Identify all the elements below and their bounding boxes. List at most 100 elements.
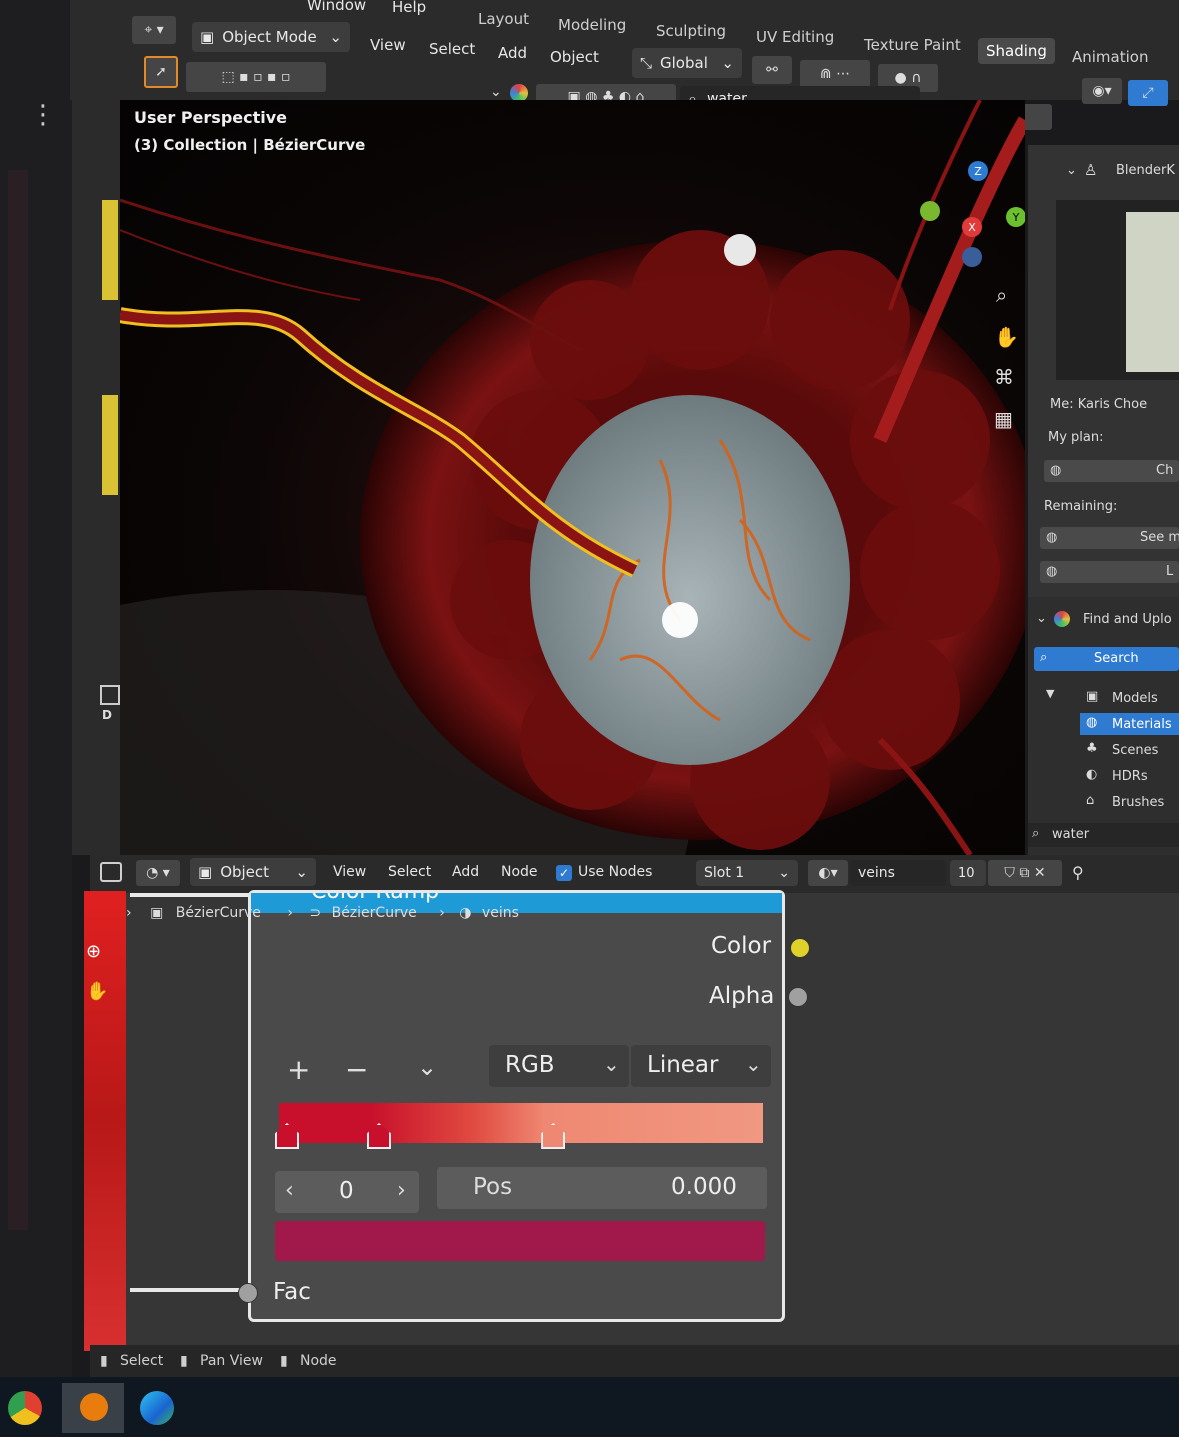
zoom-icon[interactable]: ⌕ <box>996 283 1007 307</box>
image-icon[interactable] <box>100 685 120 705</box>
pin-icon[interactable]: ⚲ <box>1072 863 1084 882</box>
tab-modeling[interactable]: Modeling <box>558 16 626 34</box>
node-menu-view[interactable]: View <box>333 864 366 880</box>
gizmo-y[interactable]: Y <box>1006 207 1025 227</box>
material-browse[interactable]: ◐▾ <box>808 860 848 886</box>
globe-icon: ◍ <box>1046 564 1058 579</box>
menu-select[interactable]: Select <box>429 40 475 58</box>
chevron-down-icon[interactable]: ⌄ <box>1066 163 1077 178</box>
pivot-dropdown[interactable]: ⚯ <box>752 56 792 84</box>
link-icon: ⚯ <box>766 62 778 78</box>
color-output-socket[interactable] <box>790 938 810 958</box>
chevron-down-icon[interactable]: ⌄ <box>1036 611 1047 626</box>
menu-object[interactable]: Object <box>550 48 599 66</box>
selection-modes[interactable]: ⬚ ▪ ▫ ▪ ▫ <box>186 62 326 92</box>
tab-sculpting[interactable]: Sculpting <box>656 22 726 40</box>
select-box-icon: ⬚ ▪ ▫ ▪ ▫ <box>221 69 291 85</box>
node-menu-add[interactable]: Add <box>452 864 479 880</box>
blender-taskbar-button[interactable] <box>62 1383 124 1433</box>
gizmo-neg-z[interactable] <box>962 247 982 267</box>
select-tool[interactable]: ➚ <box>144 56 178 88</box>
orientation-dropdown[interactable]: ⤡ Global ⌄ <box>632 48 742 78</box>
slot-dropdown[interactable]: Slot 1 ⌄ <box>696 860 798 886</box>
material-name-field[interactable]: veins <box>850 860 946 886</box>
menu-view[interactable]: View <box>370 36 406 54</box>
category-brushes[interactable]: Brushes <box>1112 795 1164 810</box>
shader-type-dropdown[interactable]: ◔ ▾ <box>136 860 180 886</box>
chevron-down-icon[interactable]: ⌄ <box>417 1053 437 1081</box>
search-button[interactable]: ⌕ Search <box>1034 647 1179 671</box>
hdrs-icon: ◐ <box>1086 767 1098 782</box>
tab-uv-editing[interactable]: UV Editing <box>756 28 834 46</box>
material-actions[interactable]: ⛉ ⧉ ✕ <box>988 860 1062 886</box>
remaining-button[interactable]: ◍ See m <box>1040 527 1179 549</box>
navigation-gizmo[interactable]: Z Y X <box>920 155 1025 275</box>
add-stop-button[interactable]: + <box>287 1053 310 1086</box>
hand-icon[interactable]: ✋ <box>86 981 108 1002</box>
gizmo-x[interactable]: X <box>962 217 982 237</box>
stop-position-field[interactable]: Pos 0.000 <box>437 1167 767 1209</box>
object-dropdown[interactable]: ▣ Object ⌄ <box>190 858 316 886</box>
stop-color-swatch[interactable] <box>275 1221 765 1261</box>
globe-icon: ◍ <box>1050 463 1062 478</box>
gizmo-icon: ⤢ <box>1142 85 1154 101</box>
third-button-label: L <box>1166 564 1174 579</box>
increment-icon[interactable]: › <box>397 1178 406 1203</box>
edge-icon[interactable] <box>140 1391 174 1425</box>
node-menu-select[interactable]: Select <box>388 864 431 880</box>
editor-type-dropdown[interactable]: ⌖ ▾ <box>132 16 176 44</box>
chevron-down-icon: ⌄ <box>603 1052 620 1076</box>
color-ramp-node[interactable]: Color Ramp Color Alpha + − ⌄ RGB ⌄ Linea… <box>248 890 785 1322</box>
hand-icon[interactable]: ✋ <box>994 325 1019 349</box>
view-perspective-label: User Perspective <box>134 108 288 127</box>
stop-index-field[interactable]: ‹ 0 › <box>275 1171 419 1213</box>
users-count-value: 10 <box>958 865 975 881</box>
mode-dropdown[interactable]: ▣ Object Mode ⌄ <box>192 22 350 52</box>
use-nodes-checkbox[interactable]: ✓ <box>556 865 572 881</box>
chrome-icon[interactable] <box>8 1391 42 1425</box>
category-scenes[interactable]: Scenes <box>1112 743 1158 758</box>
gizmo-toggle[interactable]: ⤢ <box>1128 80 1168 106</box>
material-sphere-icon: ◑ <box>459 905 472 921</box>
editor-type-icon[interactable] <box>100 862 122 882</box>
category-hdrs[interactable]: HDRs <box>1112 769 1148 784</box>
chevron-down-icon: ⌄ <box>721 54 734 72</box>
category-materials[interactable]: Materials <box>1112 717 1172 732</box>
transform-orientation-icon: ⤡ <box>640 54 653 72</box>
zoom-icon[interactable]: ⊕ <box>86 941 101 962</box>
interpolation-dropdown[interactable]: Linear ⌄ <box>631 1045 771 1087</box>
gizmo-neg-y[interactable] <box>920 201 940 221</box>
more-options-icon[interactable]: ⋮ <box>30 100 56 140</box>
third-button[interactable]: ◍ L <box>1040 561 1179 583</box>
chevron-down-icon[interactable]: ⌄ <box>490 84 502 100</box>
color-mode-dropdown[interactable]: RGB ⌄ <box>489 1045 629 1087</box>
color-ramp-stop[interactable] <box>366 1123 391 1149</box>
mouse-left-icon: ▮ <box>100 1353 108 1369</box>
tab-layout[interactable]: Layout <box>478 10 529 28</box>
visibility-dropdown[interactable]: ◉▾ <box>1082 78 1122 104</box>
fac-input-socket[interactable] <box>238 1283 258 1303</box>
decrement-icon[interactable]: ‹ <box>285 1178 294 1203</box>
tab-animation[interactable]: Animation <box>1072 48 1148 66</box>
menu-window[interactable]: Window <box>307 0 366 14</box>
3d-viewport[interactable]: User Perspective (3) Collection | Bézier… <box>120 100 1025 855</box>
tab-texture-paint[interactable]: Texture Paint <box>864 36 961 54</box>
menu-help[interactable]: Help <box>392 0 426 16</box>
color-ramp-stop[interactable] <box>275 1123 299 1149</box>
remove-stop-button[interactable]: − <box>345 1053 368 1086</box>
plan-button[interactable]: ◍ Ch <box>1044 460 1179 482</box>
node-menu-node[interactable]: Node <box>501 864 538 880</box>
category-models[interactable]: Models <box>1112 691 1158 706</box>
grid-icon[interactable]: ▦ <box>994 407 1013 431</box>
gizmo-z[interactable]: Z <box>968 161 988 181</box>
tree-expand-icon[interactable]: ▼ <box>1046 687 1054 700</box>
material-users-count[interactable]: 10 <box>950 860 986 886</box>
active-object-label: (3) Collection | BézierCurve <box>134 136 366 154</box>
camera-icon[interactable]: ⌘ <box>994 365 1014 389</box>
sidebar-search-input[interactable]: ⌕ water <box>1028 823 1179 847</box>
snap-dropdown[interactable]: ⋒ ⋯ <box>800 60 870 88</box>
tab-shading[interactable]: Shading <box>978 38 1055 64</box>
color-ramp-stop[interactable] <box>541 1123 566 1149</box>
alpha-output-socket[interactable] <box>788 987 808 1007</box>
menu-add[interactable]: Add <box>498 44 527 62</box>
